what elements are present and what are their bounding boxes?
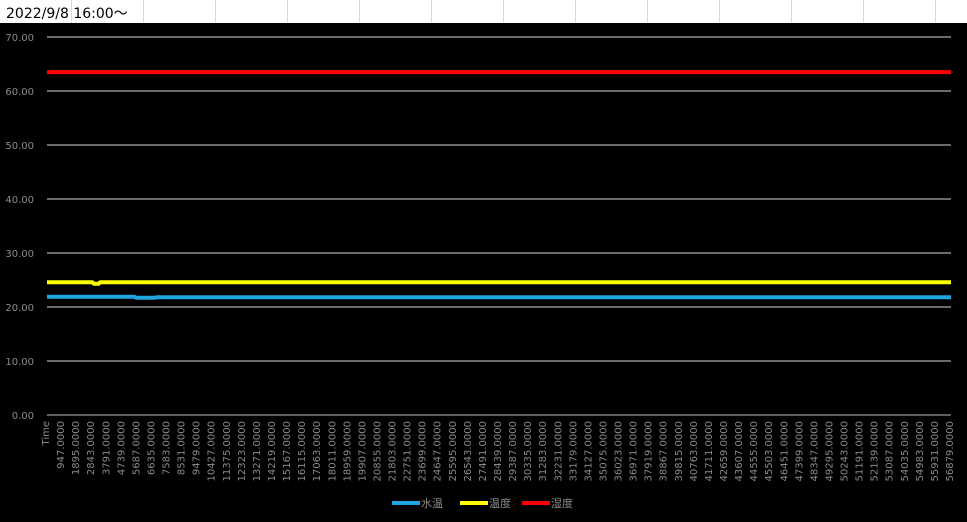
x-tick-label: 30335.0000 xyxy=(523,421,534,481)
line-chart[interactable]: 0.0010.0020.0030.0040.0050.0060.0070.00 … xyxy=(0,0,967,522)
x-tick-label: 40763.0000 xyxy=(689,421,700,481)
x-tick-label: 10427.0000 xyxy=(207,421,218,481)
x-tick-label: 42659.0000 xyxy=(719,421,730,481)
y-tick-label: 50.00 xyxy=(5,141,34,152)
x-tick-label: 47399.0000 xyxy=(794,421,805,481)
x-tick-label: 54035.0000 xyxy=(900,421,911,481)
x-tick-label: 23699.0000 xyxy=(418,421,429,481)
x-tick-label: 19907.0000 xyxy=(357,421,368,481)
x-tick-label: 43607.0000 xyxy=(734,421,745,481)
series-line-1 xyxy=(47,280,951,286)
x-tick-label: 33179.0000 xyxy=(568,421,579,481)
x-tick-label: 37919.0000 xyxy=(644,421,655,481)
x-tick-label: 56879.0000 xyxy=(945,421,956,481)
x-tick-label: 28439.0000 xyxy=(493,421,504,481)
x-tick-label: 55931.0000 xyxy=(930,421,941,481)
x-tick-label: 24647.0000 xyxy=(433,421,444,481)
x-tick-label: 947.0000 xyxy=(56,421,67,469)
x-tick-label: 2843.0000 xyxy=(86,421,97,475)
legend-label: 水温 xyxy=(421,497,443,510)
x-tick-label: 39815.0000 xyxy=(674,421,685,481)
y-tick-label: 30.00 xyxy=(5,249,34,260)
y-tick-label: 20.00 xyxy=(5,303,34,314)
x-tick-label: 18959.0000 xyxy=(342,421,353,481)
x-tick-label: 3791.0000 xyxy=(101,421,112,475)
x-tick-label: 7583.0000 xyxy=(162,421,173,475)
x-tick-label: 21803.0000 xyxy=(388,421,399,481)
x-tick-label: 32231.0000 xyxy=(553,421,564,481)
x-tick-label: 49295.0000 xyxy=(824,421,835,481)
x-tick-label: 34127.0000 xyxy=(583,421,594,481)
x-tick-label: 18011.0000 xyxy=(327,421,338,481)
x-tick-label: 16115.0000 xyxy=(297,421,308,481)
x-tick-label: 1895.0000 xyxy=(71,421,82,475)
x-tick-label: 45503.0000 xyxy=(764,421,775,481)
x-tick-label: 48347.0000 xyxy=(809,421,820,481)
x-tick-label: 41711.0000 xyxy=(704,421,715,481)
series-lines xyxy=(47,70,951,300)
y-tick-label: 40.00 xyxy=(5,195,34,206)
legend-label: 湿度 xyxy=(551,496,573,510)
legend-label: 温度 xyxy=(489,496,511,510)
x-tick-label: 15167.0000 xyxy=(282,421,293,481)
x-tick-label: 20855.0000 xyxy=(372,421,383,481)
x-tick-label: 13271.0000 xyxy=(252,421,263,481)
x-tick-label: 36023.0000 xyxy=(614,421,625,481)
y-axis-tick-labels: 0.00 10.00 20.00 30.00 40.00 50.00 60.00 70.00 xyxy=(5,33,34,422)
x-tick-label: 11375.0000 xyxy=(222,421,233,481)
x-axis-label: Time xyxy=(41,421,52,446)
x-tick-label: 8531.0000 xyxy=(177,421,188,475)
x-tick-label: 36971.0000 xyxy=(629,421,640,481)
x-tick-label: 9479.0000 xyxy=(192,421,203,475)
x-tick-label: 27491.0000 xyxy=(478,421,489,481)
legend[interactable]: 水温 温度 湿度 xyxy=(392,496,573,510)
x-tick-label: 4739.0000 xyxy=(116,421,127,475)
x-tick-label: 31283.0000 xyxy=(538,421,549,481)
x-tick-label: 53087.0000 xyxy=(885,421,896,481)
x-tick-label: 50243.0000 xyxy=(840,421,851,481)
x-tick-label: 17063.0000 xyxy=(312,421,323,481)
x-tick-label: 6635.0000 xyxy=(146,421,157,475)
y-tick-label: 10.00 xyxy=(5,357,34,368)
x-tick-label: 51191.0000 xyxy=(855,421,866,481)
x-tick-label: 25595.0000 xyxy=(448,421,459,481)
x-tick-label: 35075.0000 xyxy=(598,421,609,481)
x-tick-label: 26543.0000 xyxy=(463,421,474,481)
x-tick-label: 52139.0000 xyxy=(870,421,881,481)
x-tick-label: 5687.0000 xyxy=(131,421,142,475)
gridlines xyxy=(47,36,951,416)
x-tick-label: 46451.0000 xyxy=(779,421,790,481)
y-tick-label: 60.00 xyxy=(5,87,34,98)
y-tick-label: 0.00 xyxy=(12,411,34,422)
y-tick-label: 70.00 xyxy=(5,33,34,44)
x-tick-label: 29387.0000 xyxy=(508,421,519,481)
x-tick-label: 44555.0000 xyxy=(749,421,760,481)
x-tick-label: 14219.0000 xyxy=(267,421,278,481)
x-axis-tick-labels: Time 947.0000 1895.0000 2843.0000 3791.0000 4… xyxy=(41,421,956,481)
series-line-0 xyxy=(47,294,951,300)
x-tick-label: 38867.0000 xyxy=(659,421,670,481)
x-tick-label: 12323.0000 xyxy=(237,421,248,481)
x-tick-label: 22751.0000 xyxy=(403,421,414,481)
x-tick-label: 54983.0000 xyxy=(915,421,926,481)
